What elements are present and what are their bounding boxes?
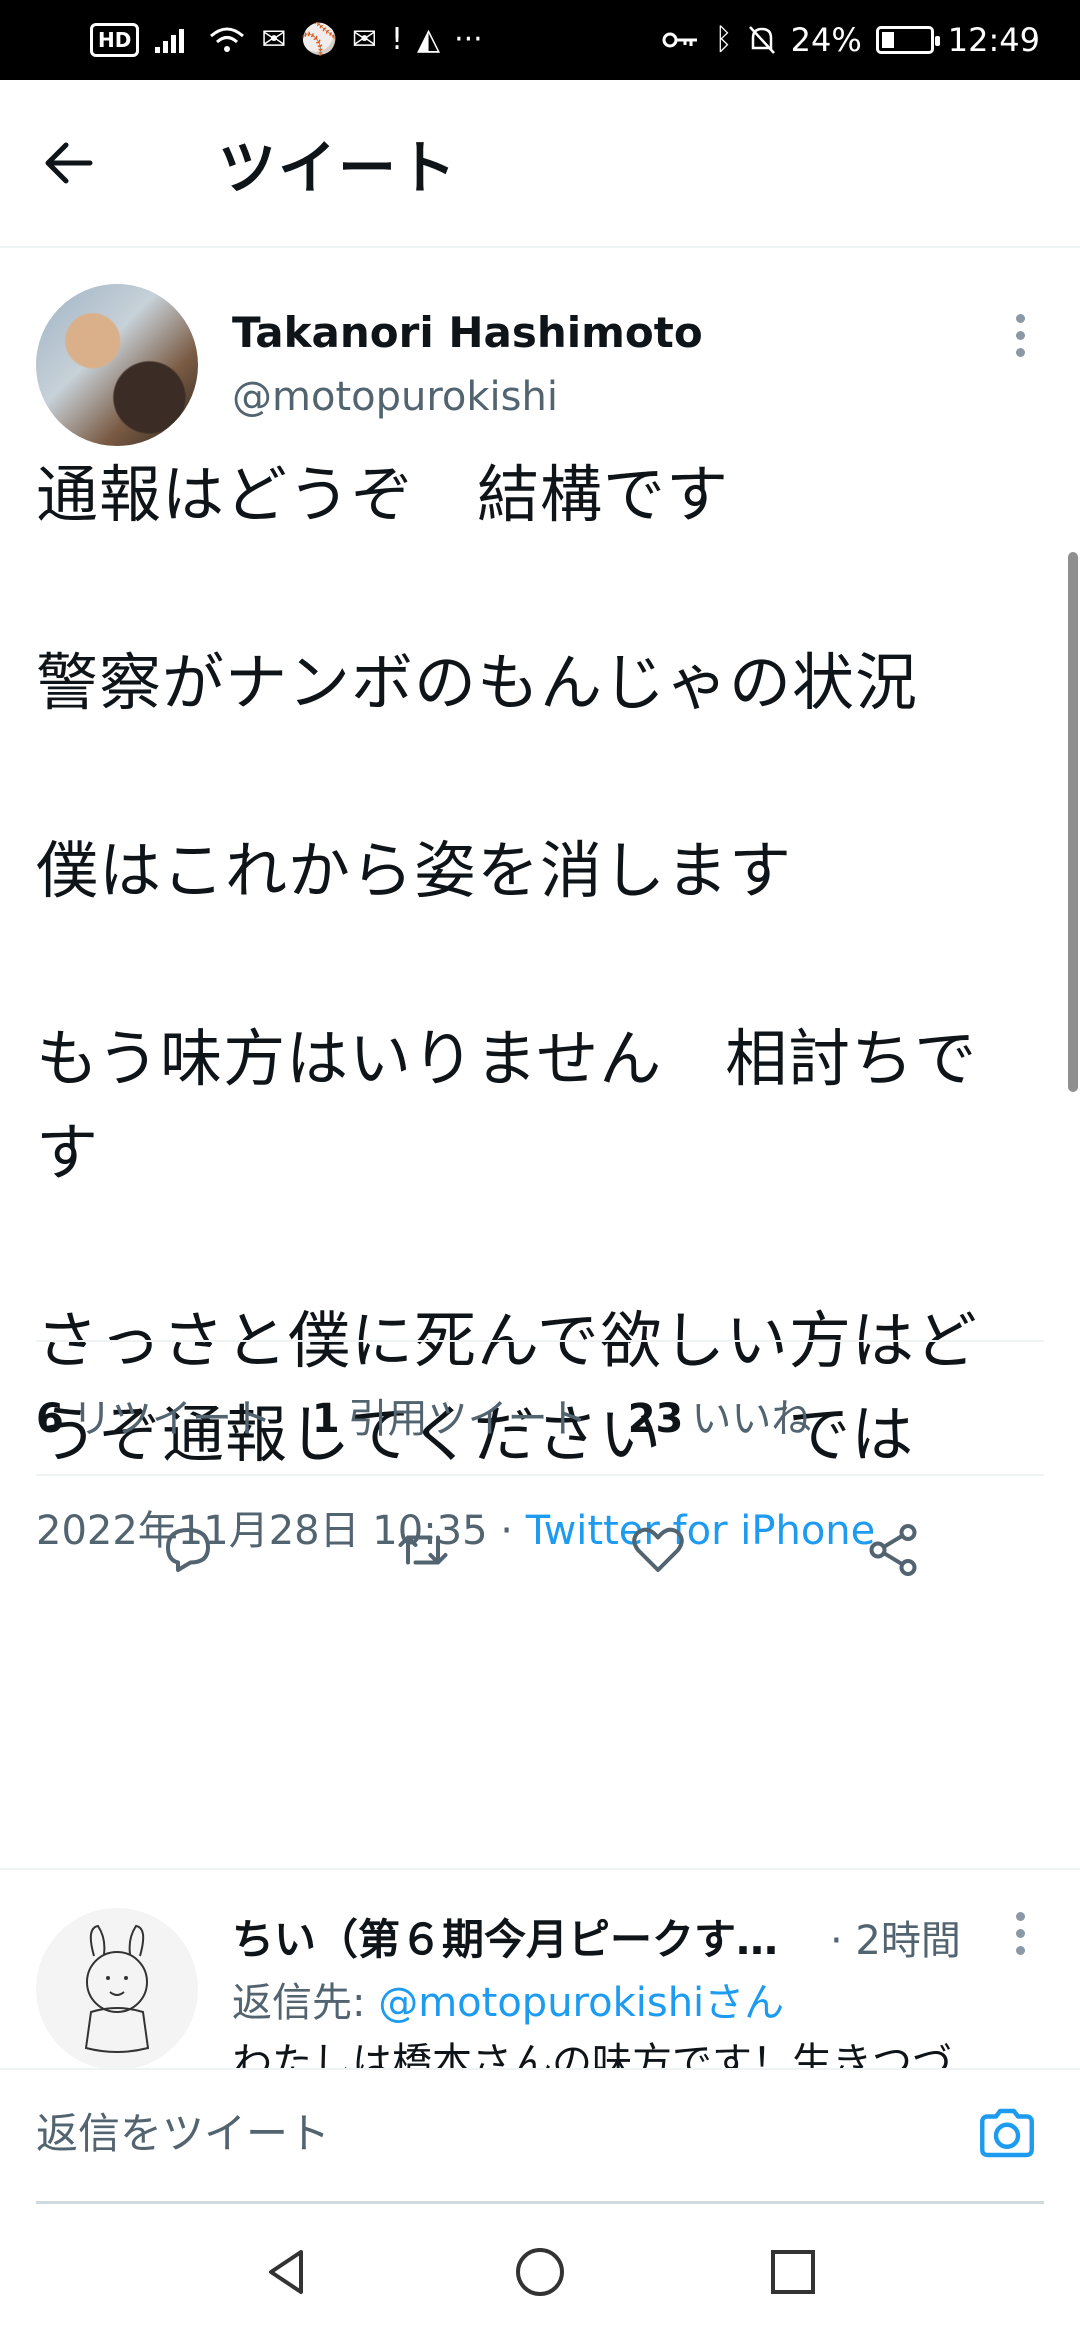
retweet-stat[interactable]: 6 リツイート [36,1386,272,1444]
gmail-icon: ✉ [261,22,287,57]
app-header: ツイート [0,80,1080,248]
alert-icon: ! [390,22,404,57]
more-notifications-icon: ··· [454,22,483,57]
quote-count: 1 [311,1396,340,1442]
page-title: ツイート [218,134,459,202]
author-handle[interactable]: @motopurokishi [232,374,558,420]
reply-tweet[interactable]: ちい（第６期今月ピークす… · 2時間 返信先: @motopurokishiさ… [0,1870,1080,2070]
mute-bell-icon [748,26,775,54]
status-right: ᛒ 24% 12:49 [661,21,1040,59]
signal-icon [155,29,185,53]
retweet-label: リツイート [71,1396,272,1442]
like-button[interactable] [618,1510,698,1590]
camera-button[interactable] [974,2100,1040,2170]
quote-stat[interactable]: 1 引用ツイート [312,1386,588,1444]
tweet-stats: 6 リツイート 1 引用ツイート 23 いいね [36,1386,811,1444]
reply-avatar[interactable] [36,1908,198,2070]
share-icon [869,1524,916,1576]
reply-avatar-drawing [84,1924,150,2053]
recents-square-icon[interactable] [763,2242,823,2302]
like-label: いいね [691,1396,812,1442]
reply-to-handle[interactable]: @motopurokishi [378,1980,704,2026]
baseball-icon: ⚾ [300,22,338,57]
home-circle-icon[interactable] [510,2242,570,2302]
reply-to-label: 返信先: [232,1980,379,2026]
tweet-actions [0,1510,1080,1590]
reply-icon [165,1528,210,1572]
divider [36,1474,1044,1476]
reply-input[interactable]: 返信をツイート [36,2100,330,2161]
reply-to-suffix: さん [704,1980,785,2026]
bluetooth-icon: ᛒ [714,22,733,57]
scrollbar[interactable] [1068,552,1078,1092]
like-stat[interactable]: 23 いいね [628,1386,812,1444]
quote-label: 引用ツイート [347,1396,588,1442]
retweet-button[interactable] [383,1510,463,1590]
avatar[interactable] [36,284,198,446]
reply-text: わたしは橋本さんの味方です！生きつづ [232,2040,952,2070]
back-button[interactable] [40,139,140,187]
reply-to: 返信先: @motopurokishiさん [232,1970,784,2028]
retweet-icon [398,1535,447,1565]
wifi-icon [210,27,245,52]
tweet-text: 通報はどうぞ 結構です 警察がナンボのもんじゃの状況 僕はこれから姿を消します … [36,458,978,1471]
like-count: 23 [627,1396,684,1442]
status-left: HD ✉ ⚾ ✉ ! ◭ ··· [90,23,483,57]
key-icon [662,32,697,48]
back-triangle-icon[interactable] [257,2242,317,2302]
system-nav-bar [0,2204,1080,2340]
more-options-icon[interactable] [1010,314,1030,357]
share-button[interactable] [853,1510,933,1590]
reply-button[interactable] [148,1510,228,1590]
arrow-left-icon [45,142,93,184]
author-name[interactable]: Takanori Hashimoto [232,308,703,357]
reply-time: · 2時間 [830,1918,961,1964]
battery-fill [881,32,894,48]
status-bar: HD ✉ ⚾ ✉ ! ◭ ··· ᛒ 24% 12:49 [0,0,1080,80]
gmail-icon-2: ✉ [351,22,377,57]
battery-icon [875,26,940,54]
heart-icon [631,1527,684,1572]
clock: 12:49 [947,21,1040,59]
compose-bar: 返信をツイート [0,2068,1080,2204]
reply-author-name[interactable]: ちい（第６期今月ピークす… [232,1906,792,1967]
app-icon: ◭ [417,22,441,57]
divider [36,1340,1044,1342]
reply-more-options-icon[interactable] [1010,1912,1030,1955]
camera-icon [980,2108,1034,2158]
hd-badge: HD [90,23,140,57]
battery-percent: 24% [790,21,862,59]
retweet-count: 6 [36,1396,64,1442]
